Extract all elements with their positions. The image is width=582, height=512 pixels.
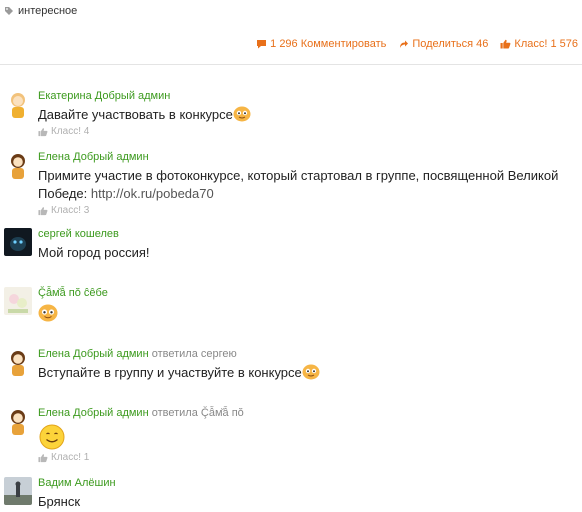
comment-author[interactable]: Елена Добрый админ [38, 348, 149, 360]
comment-author[interactable]: сергей кошелев [38, 228, 119, 240]
comment-text-content: Вступайте в группу и участвуйте в конкур… [38, 365, 302, 380]
like-button-label: Класс! 1 576 [514, 38, 578, 50]
thumbs-up-icon [38, 127, 48, 136]
comment-like-label: Класс! 1 [51, 452, 90, 463]
comment-text-content: Давайте участвовать в конкурсе [38, 107, 233, 122]
comment-text: Давайте участвовать в конкурсе [38, 106, 576, 124]
avatar[interactable] [4, 348, 32, 376]
topic-tag[interactable]: интересное [4, 4, 77, 18]
comment-author[interactable]: Ç̆ẫм̆ẫ пŏ ĉêбе [38, 287, 108, 299]
thumbs-up-icon [38, 206, 48, 215]
comment-like-label: Класс! 4 [51, 126, 90, 137]
comment-button[interactable]: 1 296 Комментировать [256, 38, 386, 50]
comment-author[interactable]: Елена Добрый админ [38, 407, 149, 419]
comment-link[interactable]: http://ok.ru/pobeda70 [91, 186, 214, 201]
post-actions: 1 296 Комментировать Поделиться 46 Класс… [256, 38, 578, 50]
smiley-sticker-icon [38, 304, 58, 322]
reply-indicator: ответила [151, 348, 198, 360]
comment-button-label: 1 296 Комментировать [270, 38, 387, 50]
comment-like[interactable]: Класс! 3 [38, 205, 89, 216]
thumbs-up-icon [500, 39, 511, 49]
topic-tag-label: интересное [18, 5, 78, 17]
smile-emoji-icon [39, 424, 65, 450]
reply-to-user[interactable]: сергею [201, 348, 237, 360]
tag-icon [5, 7, 13, 15]
comment-author[interactable]: Вадим Алёшин [38, 477, 116, 489]
like-button[interactable]: Класс! 1 576 [500, 38, 578, 50]
thumbs-up-icon [38, 453, 48, 462]
share-button-label: Поделиться 46 [412, 38, 489, 50]
share-button[interactable]: Поделиться 46 [398, 38, 488, 50]
avatar[interactable] [4, 477, 32, 505]
comment-icon [257, 40, 267, 49]
comment-like[interactable]: Класс! 1 [38, 452, 89, 463]
comment-text: Мой город россия! [38, 245, 150, 260]
reply-indicator: ответила [151, 407, 198, 419]
divider [0, 64, 582, 65]
comment-author[interactable]: Екатерина Добрый админ [38, 90, 170, 102]
share-icon [400, 40, 409, 48]
comment-author[interactable]: Елена Добрый админ [38, 151, 149, 163]
comment-like[interactable]: Класс! 4 [38, 126, 89, 137]
reply-to-user[interactable]: Ç̆ẫм̆ẫ пŏ [201, 407, 244, 419]
smiley-sticker-icon [302, 364, 320, 380]
avatar[interactable] [4, 287, 32, 315]
comment-text: Вступайте в группу и участвуйте в конкур… [38, 364, 576, 382]
smiley-sticker-icon [233, 106, 251, 122]
avatar[interactable] [4, 90, 32, 118]
comment-text: Брянск [38, 494, 81, 509]
comment-like-label: Класс! 3 [51, 205, 90, 216]
avatar[interactable] [4, 407, 32, 435]
avatar[interactable] [4, 228, 32, 256]
avatar[interactable] [4, 151, 32, 179]
comment-text: Примите участие в фотоконкурсе, который … [38, 167, 576, 203]
